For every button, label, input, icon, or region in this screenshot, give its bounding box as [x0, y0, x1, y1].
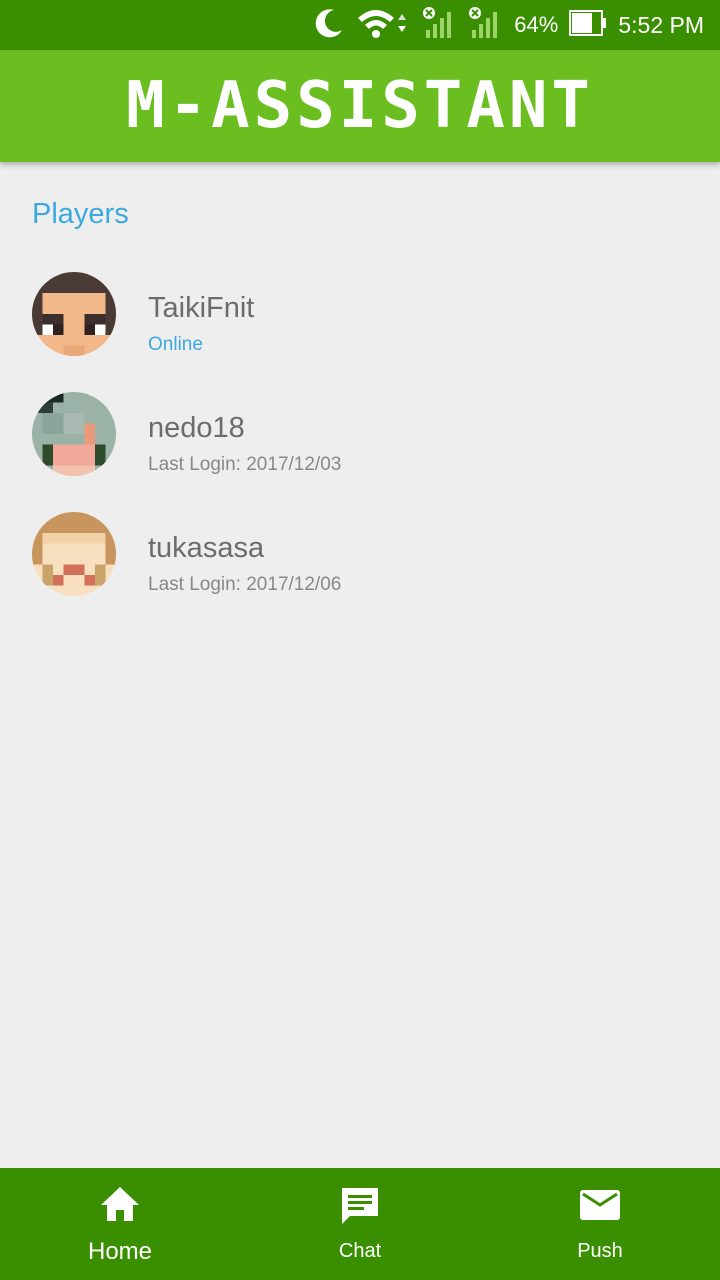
signal-icon [422, 6, 458, 45]
nav-chat-label: Chat [338, 1240, 382, 1262]
moon-icon [312, 6, 346, 45]
nav-push[interactable]: Push [480, 1168, 720, 1280]
player-status: Online [148, 334, 203, 355]
status-bar-icons: 64% 5:52 PM [302, 0, 704, 50]
mail-icon [578, 1184, 622, 1229]
signal-icon [468, 6, 504, 45]
player-name: tukasasa [148, 532, 265, 564]
app-title: M-ASSISTANT [126, 69, 594, 143]
status-time: 5:52 PM [618, 11, 704, 38]
chat-icon [338, 1184, 382, 1233]
player-list: TaikiFnit Online nedo18 Last Login: 2017… [0, 260, 720, 620]
player-name: TaikiFnit [148, 292, 255, 324]
battery-icon [568, 8, 608, 43]
home-icon [98, 1184, 142, 1229]
nav-push-label: Push [577, 1240, 623, 1262]
status-bar: 64% 5:52 PM [0, 0, 720, 50]
list-item[interactable]: TaikiFnit Online [0, 260, 720, 380]
nav-home[interactable]: Home [0, 1168, 240, 1280]
wifi-icon [356, 6, 412, 45]
avatar [32, 512, 116, 596]
player-name: nedo18 [148, 412, 245, 444]
player-status: Last Login: 2017/12/06 [148, 574, 342, 595]
battery-percent: 64% [514, 12, 559, 37]
nav-chat[interactable]: Chat [240, 1168, 480, 1280]
list-item[interactable]: tukasasa Last Login: 2017/12/06 [0, 500, 720, 620]
section-title: Players [32, 198, 129, 230]
avatar [32, 392, 116, 476]
app-bar: M-ASSISTANT [0, 50, 720, 162]
bottom-nav: Home Chat Push [0, 1168, 720, 1280]
player-status: Last Login: 2017/12/03 [148, 454, 342, 475]
nav-home-label: Home [87, 1238, 153, 1265]
list-item[interactable]: nedo18 Last Login: 2017/12/03 [0, 380, 720, 500]
avatar [32, 272, 116, 356]
